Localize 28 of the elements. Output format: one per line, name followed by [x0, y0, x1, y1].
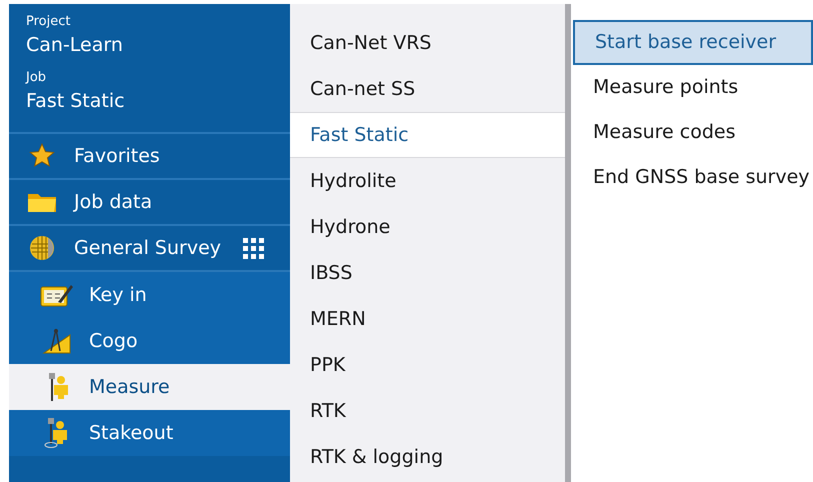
- sidebar-item[interactable]: Measure: [9, 364, 290, 410]
- survey-style-item[interactable]: MERN: [290, 296, 565, 342]
- project-name: Can-Learn: [26, 33, 124, 58]
- scrollbar[interactable]: [565, 4, 571, 482]
- sidebar-item[interactable]: Key in: [9, 272, 290, 318]
- sidebar-item[interactable]: Stakeout: [9, 410, 290, 456]
- survey-style-item[interactable]: Can-net SS: [290, 66, 565, 112]
- job-name: Fast Static: [26, 89, 126, 114]
- survey-style-item[interactable]: Fast Static: [290, 112, 565, 158]
- survey-style-item[interactable]: Hydrone: [290, 204, 565, 250]
- action-item[interactable]: Start base receiver: [573, 20, 813, 65]
- sidebar-item[interactable]: Cogo: [9, 318, 290, 364]
- star-icon: [29, 143, 55, 169]
- action-item[interactable]: End GNSS base survey: [573, 155, 813, 200]
- action-item[interactable]: Measure points: [573, 65, 813, 110]
- survey-style-item[interactable]: Hydrolite: [290, 158, 565, 204]
- job-label: Job: [26, 69, 48, 87]
- survey-style-item[interactable]: IBSS: [290, 250, 565, 296]
- clipboard-pencil-icon: [40, 282, 74, 308]
- action-item[interactable]: Measure codes: [573, 110, 813, 155]
- survey-style-item[interactable]: Can-Net VRS: [290, 20, 565, 66]
- project-label: Project: [26, 13, 72, 31]
- apps-grid-icon[interactable]: [243, 238, 264, 258]
- survey-style-item[interactable]: RTK & logging: [290, 434, 565, 480]
- compass-triangle-icon: [42, 327, 72, 355]
- survey-style-item[interactable]: PPK: [290, 342, 565, 388]
- globe-icon: [28, 234, 56, 262]
- survey-style-item[interactable]: RTK: [290, 388, 565, 434]
